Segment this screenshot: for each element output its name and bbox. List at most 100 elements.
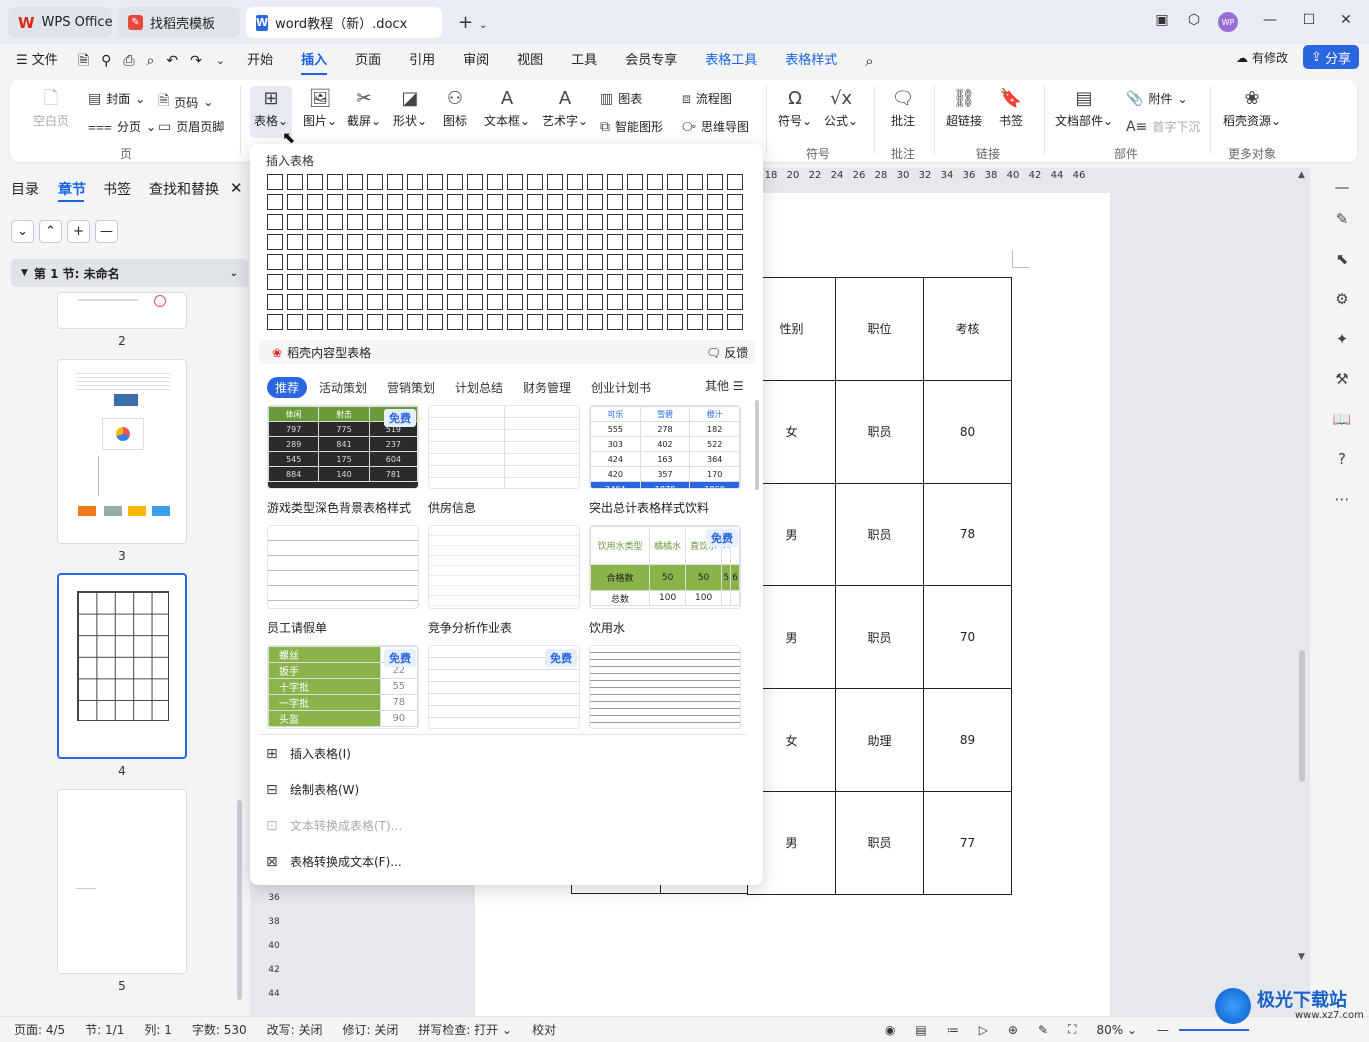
cube-icon[interactable]: ⬡	[1182, 12, 1206, 28]
tab-document[interactable]: W word教程（新）.docx	[246, 7, 442, 38]
grid-cell[interactable]	[727, 254, 743, 270]
page-num-button[interactable]: 🗎 页码 ⌄	[158, 90, 213, 114]
grid-cell[interactable]	[487, 314, 503, 330]
grid-cell[interactable]	[647, 214, 663, 230]
tab-template[interactable]: ✎ 找稻壳模板	[118, 7, 240, 38]
grid-cell[interactable]	[507, 294, 523, 310]
grid-cell[interactable]	[307, 174, 323, 190]
grid-cell[interactable]	[287, 294, 303, 310]
grid-cell[interactable]	[667, 274, 683, 290]
scroll-up-icon[interactable]: ▲	[1298, 170, 1305, 180]
grid-cell[interactable]	[407, 314, 423, 330]
category-more[interactable]: 其他 ☰	[705, 377, 744, 394]
grid-cell[interactable]	[387, 314, 403, 330]
grid-cell[interactable]	[307, 294, 323, 310]
grid-cell[interactable]	[647, 294, 663, 310]
grid-cell[interactable]	[267, 314, 283, 330]
grid-cell[interactable]	[367, 274, 383, 290]
table-cell[interactable]: 78	[923, 482, 1012, 587]
insert-table-action[interactable]: ⊞ 插入表格(I)	[266, 745, 351, 762]
grid-cell[interactable]	[687, 294, 703, 310]
menu-vip[interactable]: 会员专享	[611, 47, 691, 75]
search-icon[interactable]: ⌕	[851, 47, 887, 75]
zoom-slider[interactable]	[1179, 1028, 1249, 1031]
grid-cell[interactable]	[507, 174, 523, 190]
template-card[interactable]: 饮用水类型橘橘水直饮水X 合格数505056 总数100100 免费	[589, 525, 741, 609]
grid-cell[interactable]	[407, 274, 423, 290]
zoom-level[interactable]: 80% ⌄	[1086, 1023, 1147, 1037]
nav-tab-find[interactable]: 查找和替换	[149, 179, 219, 199]
grid-cell[interactable]	[687, 234, 703, 250]
grid-cell[interactable]	[347, 254, 363, 270]
grid-cell[interactable]	[267, 214, 283, 230]
category-recommend[interactable]: 推荐	[267, 377, 308, 398]
menu-file[interactable]: ☰ 文件	[0, 47, 72, 75]
grid-cell[interactable]	[487, 274, 503, 290]
menu-tools[interactable]: 工具	[557, 47, 611, 75]
table-to-text-action[interactable]: ⊠ 表格转换成文本(F)...	[266, 853, 402, 870]
grid-cell[interactable]	[467, 274, 483, 290]
grid-cell[interactable]	[447, 214, 463, 230]
maximize-icon[interactable]: ☐	[1297, 12, 1321, 28]
fit-icon[interactable]: ⛶	[1058, 1022, 1086, 1037]
grid-cell[interactable]	[407, 254, 423, 270]
grid-cell[interactable]	[627, 174, 643, 190]
dropcap-button[interactable]: A≡ 首字下沉	[1126, 118, 1200, 135]
grid-cell[interactable]	[687, 254, 703, 270]
grid-cell[interactable]	[587, 194, 603, 210]
grid-cell[interactable]	[287, 254, 303, 270]
page-thumbnail-selected[interactable]	[57, 573, 187, 759]
flowchart-button[interactable]: ⧈ 流程图	[682, 90, 732, 107]
new-tab-button[interactable]: + ⌄	[458, 12, 487, 33]
adjust-icon[interactable]: ⚙	[1330, 290, 1354, 308]
grid-cell[interactable]	[527, 214, 543, 230]
tab-wps-office[interactable]: W WPS Office	[8, 7, 113, 38]
nav-tab-section[interactable]: 章节	[58, 179, 86, 199]
grid-cell[interactable]	[547, 294, 563, 310]
table-cell[interactable]: 考核	[923, 277, 1012, 381]
ai-icon[interactable]: ✦	[1330, 330, 1354, 348]
page-thumbnail[interactable]	[57, 789, 187, 974]
page-thumbnail[interactable]	[57, 359, 187, 544]
mindmap-button[interactable]: ⧂ 思维导图	[682, 118, 749, 135]
grid-cell[interactable]	[327, 274, 343, 290]
grid-cell[interactable]	[547, 274, 563, 290]
template-card[interactable]	[428, 405, 580, 489]
section-row[interactable]: ▼ 第 1 节: 未命名 ⌄	[11, 259, 248, 287]
grid-cell[interactable]	[367, 174, 383, 190]
template-card[interactable]: 免费	[428, 645, 580, 729]
grid-cell[interactable]	[567, 274, 583, 290]
tools-icon[interactable]: ⚒	[1330, 370, 1354, 388]
grid-cell[interactable]	[627, 194, 643, 210]
grid-cell[interactable]	[547, 194, 563, 210]
grid-cell[interactable]	[607, 174, 623, 190]
grid-cell[interactable]	[407, 234, 423, 250]
grid-cell[interactable]	[427, 214, 443, 230]
grid-cell[interactable]	[527, 314, 543, 330]
grid-cell[interactable]	[587, 254, 603, 270]
category-activity[interactable]: 活动策划	[319, 379, 367, 396]
blank-page-button[interactable]: 🗋 空白页	[26, 86, 76, 129]
grid-cell[interactable]	[267, 234, 283, 250]
grid-cell[interactable]	[447, 194, 463, 210]
layout-icon[interactable]: ▣	[1150, 12, 1174, 28]
grid-cell[interactable]	[727, 234, 743, 250]
chevron-down-icon[interactable]: ⌄	[11, 220, 34, 243]
print-icon[interactable]: ⎙	[117, 47, 140, 75]
grid-cell[interactable]	[387, 274, 403, 290]
grid-cell[interactable]	[587, 174, 603, 190]
grid-cell[interactable]	[667, 314, 683, 330]
close-panel-icon[interactable]: ✕	[230, 179, 243, 197]
grid-cell[interactable]	[327, 174, 343, 190]
menu-table-style[interactable]: 表格样式	[771, 47, 851, 75]
grid-cell[interactable]	[447, 274, 463, 290]
grid-cell[interactable]	[367, 294, 383, 310]
grid-cell[interactable]	[647, 274, 663, 290]
grid-cell[interactable]	[527, 274, 543, 290]
menu-table-tools[interactable]: 表格工具	[691, 47, 771, 75]
grid-cell[interactable]	[567, 254, 583, 270]
link-icon[interactable]: ⚲	[95, 47, 117, 75]
grid-cell[interactable]	[447, 294, 463, 310]
grid-cell[interactable]	[267, 194, 283, 210]
grid-cell[interactable]	[327, 254, 343, 270]
